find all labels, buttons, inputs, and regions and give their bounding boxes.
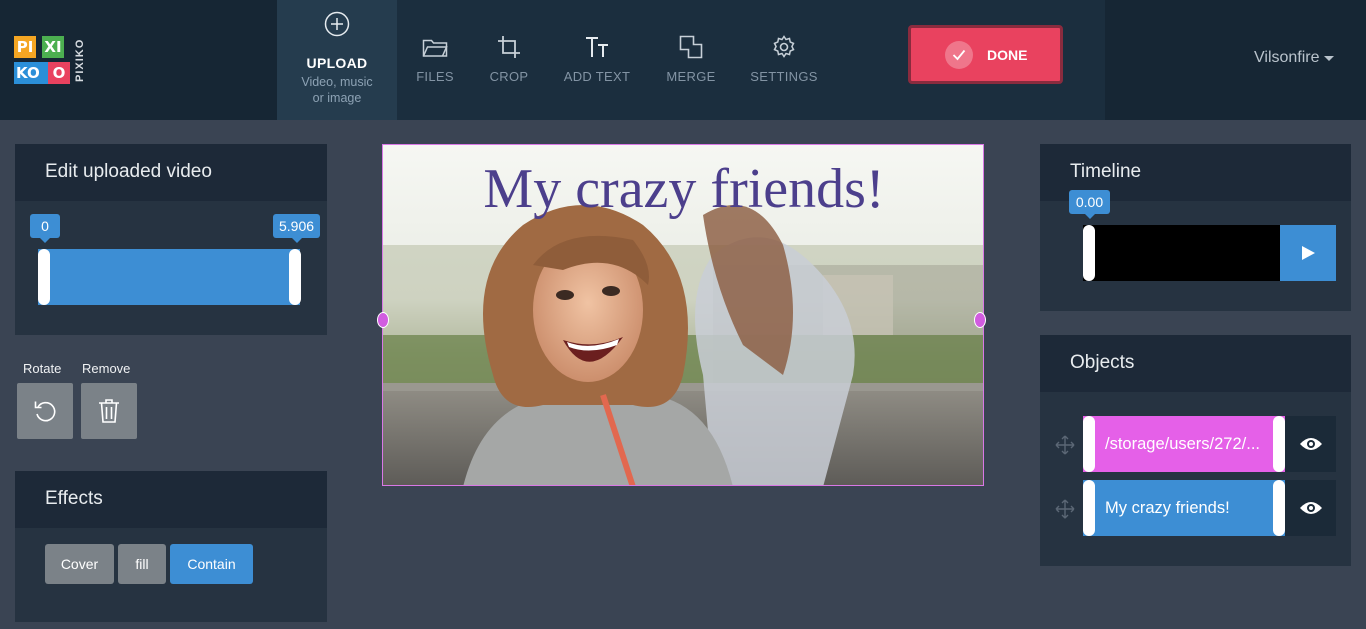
move-icon[interactable] [1055, 499, 1075, 519]
text-icon [583, 33, 611, 61]
object-video-visibility-toggle[interactable] [1285, 416, 1336, 472]
caret-down-icon [1323, 55, 1334, 61]
eye-icon [1299, 502, 1322, 514]
effects-title: Effects [15, 471, 327, 528]
files-label: FILES [416, 69, 454, 84]
range-start-tooltip: 0 [30, 214, 60, 243]
trim-range-bar[interactable] [38, 249, 300, 305]
move-icon[interactable] [1055, 435, 1075, 455]
effect-fill-button[interactable]: fill [118, 544, 166, 584]
settings-label: SETTINGS [750, 69, 818, 84]
upload-label: UPLOAD [306, 55, 368, 71]
eye-icon [1299, 438, 1322, 450]
object-video-start-handle[interactable] [1083, 416, 1095, 472]
done-button[interactable]: DONE [908, 25, 1063, 84]
object-text-label[interactable]: My crazy friends! [1083, 480, 1285, 536]
range-end-tooltip: 5.906 [273, 214, 320, 243]
effect-cover-button[interactable]: Cover [45, 544, 114, 584]
object-text-start-handle[interactable] [1083, 480, 1095, 536]
video-preview-canvas[interactable]: My crazy friends! [382, 144, 984, 486]
canvas-caption-text[interactable]: My crazy friends! [383, 157, 983, 221]
plus-circle-icon [323, 10, 351, 38]
edit-video-title: Edit uploaded video [15, 144, 327, 201]
logo-tile-ko: KO [14, 62, 48, 84]
user-name: Vilsonfire [1254, 49, 1320, 66]
object-video-end-handle[interactable] [1273, 416, 1285, 472]
object-row-text[interactable]: My crazy friends! [1083, 480, 1336, 536]
gear-icon [770, 33, 798, 61]
upload-sublabel: Video, music or image [301, 75, 373, 105]
timeline-track[interactable] [1083, 225, 1281, 281]
upload-button[interactable]: UPLOAD Video, music or image [277, 0, 397, 120]
files-button[interactable]: FILES [405, 0, 465, 120]
trash-icon [99, 399, 119, 423]
remove-label: Remove [82, 361, 131, 376]
crop-icon [495, 33, 523, 61]
crop-button[interactable]: CROP [479, 0, 539, 120]
objects-title: Objects [1040, 335, 1351, 392]
object-text-visibility-toggle[interactable] [1285, 480, 1336, 536]
trim-start-handle[interactable] [38, 249, 50, 305]
object-text-end-handle[interactable] [1273, 480, 1285, 536]
pixiko-logo[interactable]: PI XI KO O PIXIKO [14, 36, 88, 86]
timeline-position-tooltip: 0.00 [1069, 190, 1110, 219]
play-icon [1302, 246, 1315, 260]
play-button[interactable] [1280, 225, 1336, 281]
rotate-button[interactable] [17, 383, 73, 439]
trim-end-handle[interactable] [289, 249, 301, 305]
check-icon [945, 40, 973, 69]
folder-icon [421, 33, 449, 61]
done-label: DONE [987, 46, 1028, 63]
remove-button[interactable] [81, 383, 137, 439]
merge-icon [677, 33, 705, 61]
object-row-video[interactable]: /storage/users/272/... [1083, 416, 1336, 472]
edit-video-panel: Edit uploaded video [15, 144, 327, 335]
effect-contain-button[interactable]: Contain [170, 544, 253, 584]
rotate-label: Rotate [23, 361, 62, 376]
logo-side-text: PIXIKO [74, 38, 86, 82]
logo-tile-pi: PI [14, 36, 36, 58]
rotate-icon [34, 401, 56, 422]
crop-label: CROP [489, 69, 529, 84]
settings-button[interactable]: SETTINGS [748, 0, 820, 120]
add-text-label: ADD TEXT [563, 69, 631, 84]
user-menu[interactable]: Vilsonfire [1254, 49, 1334, 67]
logo-tile-o: O [48, 62, 70, 84]
timeline-playhead[interactable] [1083, 225, 1095, 281]
merge-label: MERGE [666, 69, 716, 84]
canvas-left-resize-handle[interactable] [377, 312, 389, 328]
merge-button[interactable]: MERGE [661, 0, 721, 120]
logo-tile-xi: XI [42, 36, 64, 58]
object-video-label[interactable]: /storage/users/272/... [1083, 416, 1285, 472]
canvas-right-resize-handle[interactable] [974, 312, 986, 328]
add-text-button[interactable]: ADD TEXT [557, 0, 637, 120]
